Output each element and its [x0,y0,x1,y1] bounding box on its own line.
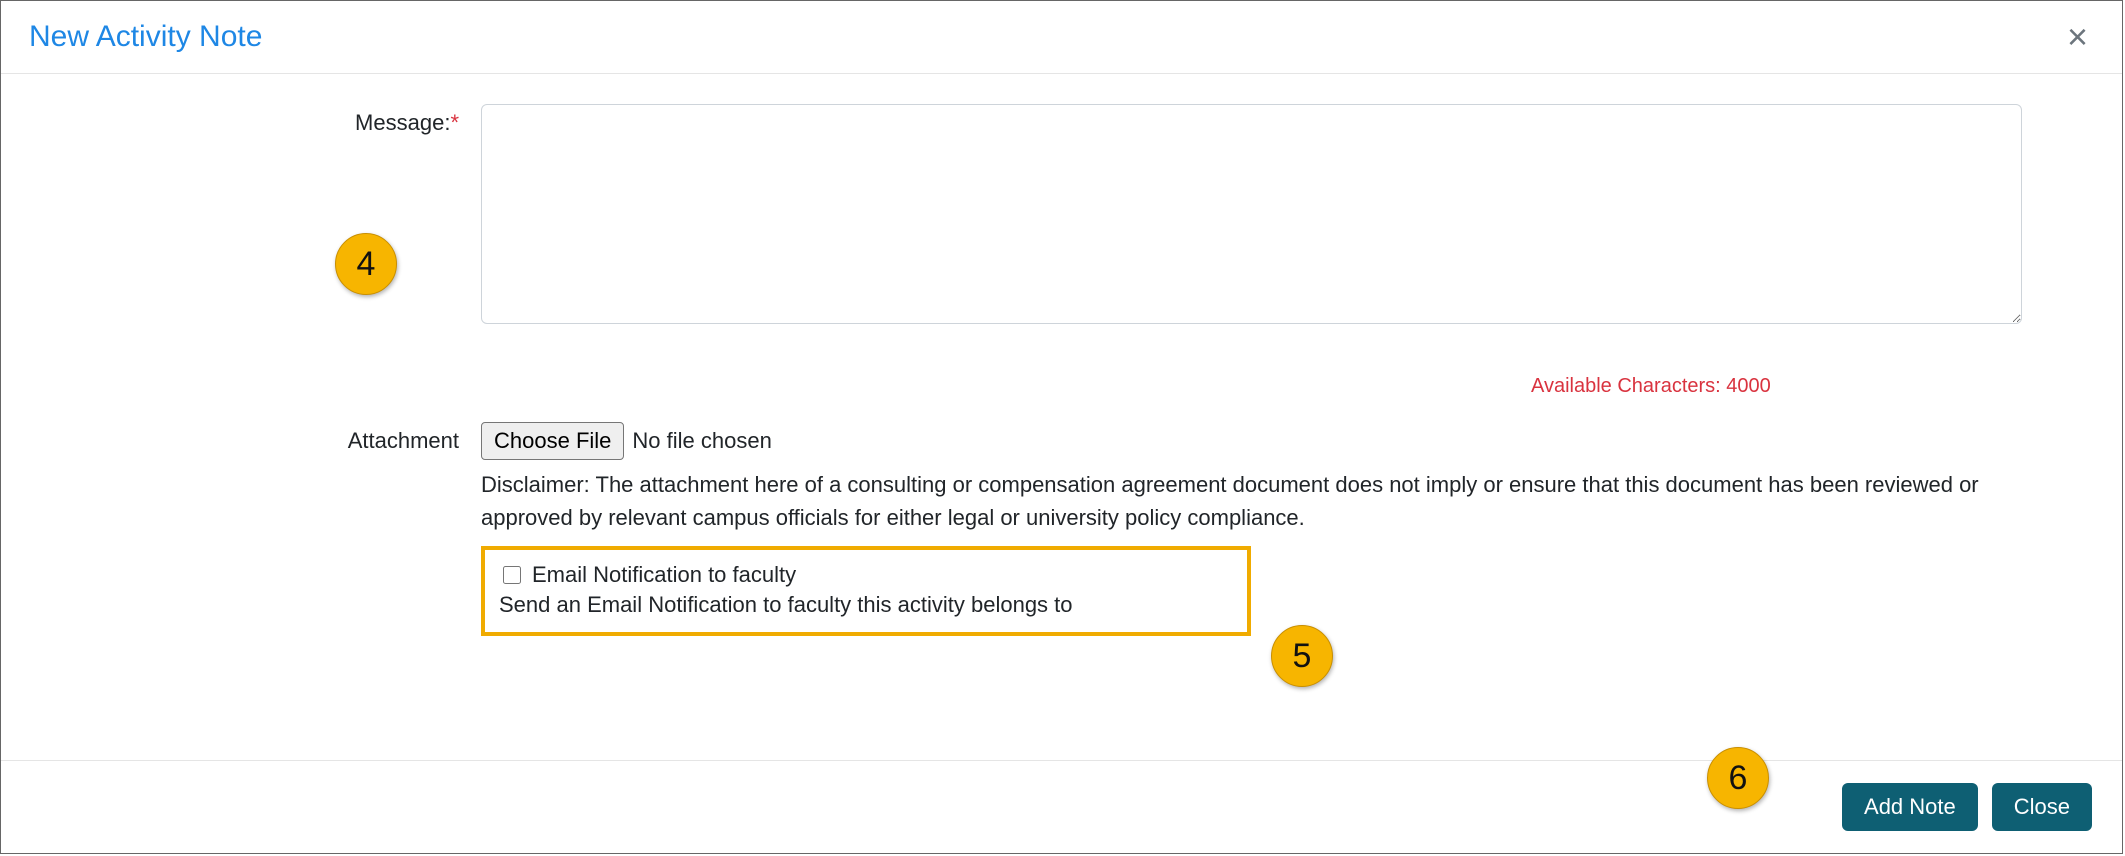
message-label-cell: Message:* [41,104,481,136]
email-notification-checkbox[interactable] [503,566,521,584]
message-label: Message: [355,110,450,135]
email-notification-description: Send an Email Notification to faculty th… [499,592,1233,618]
attachment-label: Attachment [348,428,459,453]
email-notification-box: Email Notification to faculty Send an Em… [481,546,1251,636]
add-note-button[interactable]: Add Note [1842,783,1978,831]
modal-body: Message:* Available Characters: 4000 Att… [1,74,2122,646]
modal-title: New Activity Note [29,20,262,54]
required-mark: * [450,110,459,135]
no-file-chosen-text: No file chosen [632,428,771,454]
email-checkbox-row[interactable]: Email Notification to faculty [499,562,1233,588]
attachment-disclaimer: Disclaimer: The attachment here of a con… [481,468,2022,534]
attachment-label-cell: Attachment [41,422,481,454]
attachment-field-cell: Choose File No file chosen Disclaimer: T… [481,422,2082,636]
available-characters: Available Characters: 4000 [481,375,2022,398]
modal-footer: Add Note Close [1,760,2122,853]
modal-header: New Activity Note × [1,1,2122,74]
file-input-group: Choose File No file chosen [481,422,2022,460]
close-icon[interactable]: × [2061,19,2094,55]
message-field-cell: Available Characters: 4000 [481,104,2082,422]
choose-file-button[interactable]: Choose File [481,422,624,460]
message-textarea[interactable] [481,104,2022,324]
email-checkbox-label: Email Notification to faculty [532,562,796,588]
message-row: Message:* Available Characters: 4000 [41,104,2082,422]
attachment-row: Attachment Choose File No file chosen Di… [41,422,2082,636]
new-activity-note-modal: New Activity Note × Message:* Available … [0,0,2123,854]
close-button[interactable]: Close [1992,783,2092,831]
